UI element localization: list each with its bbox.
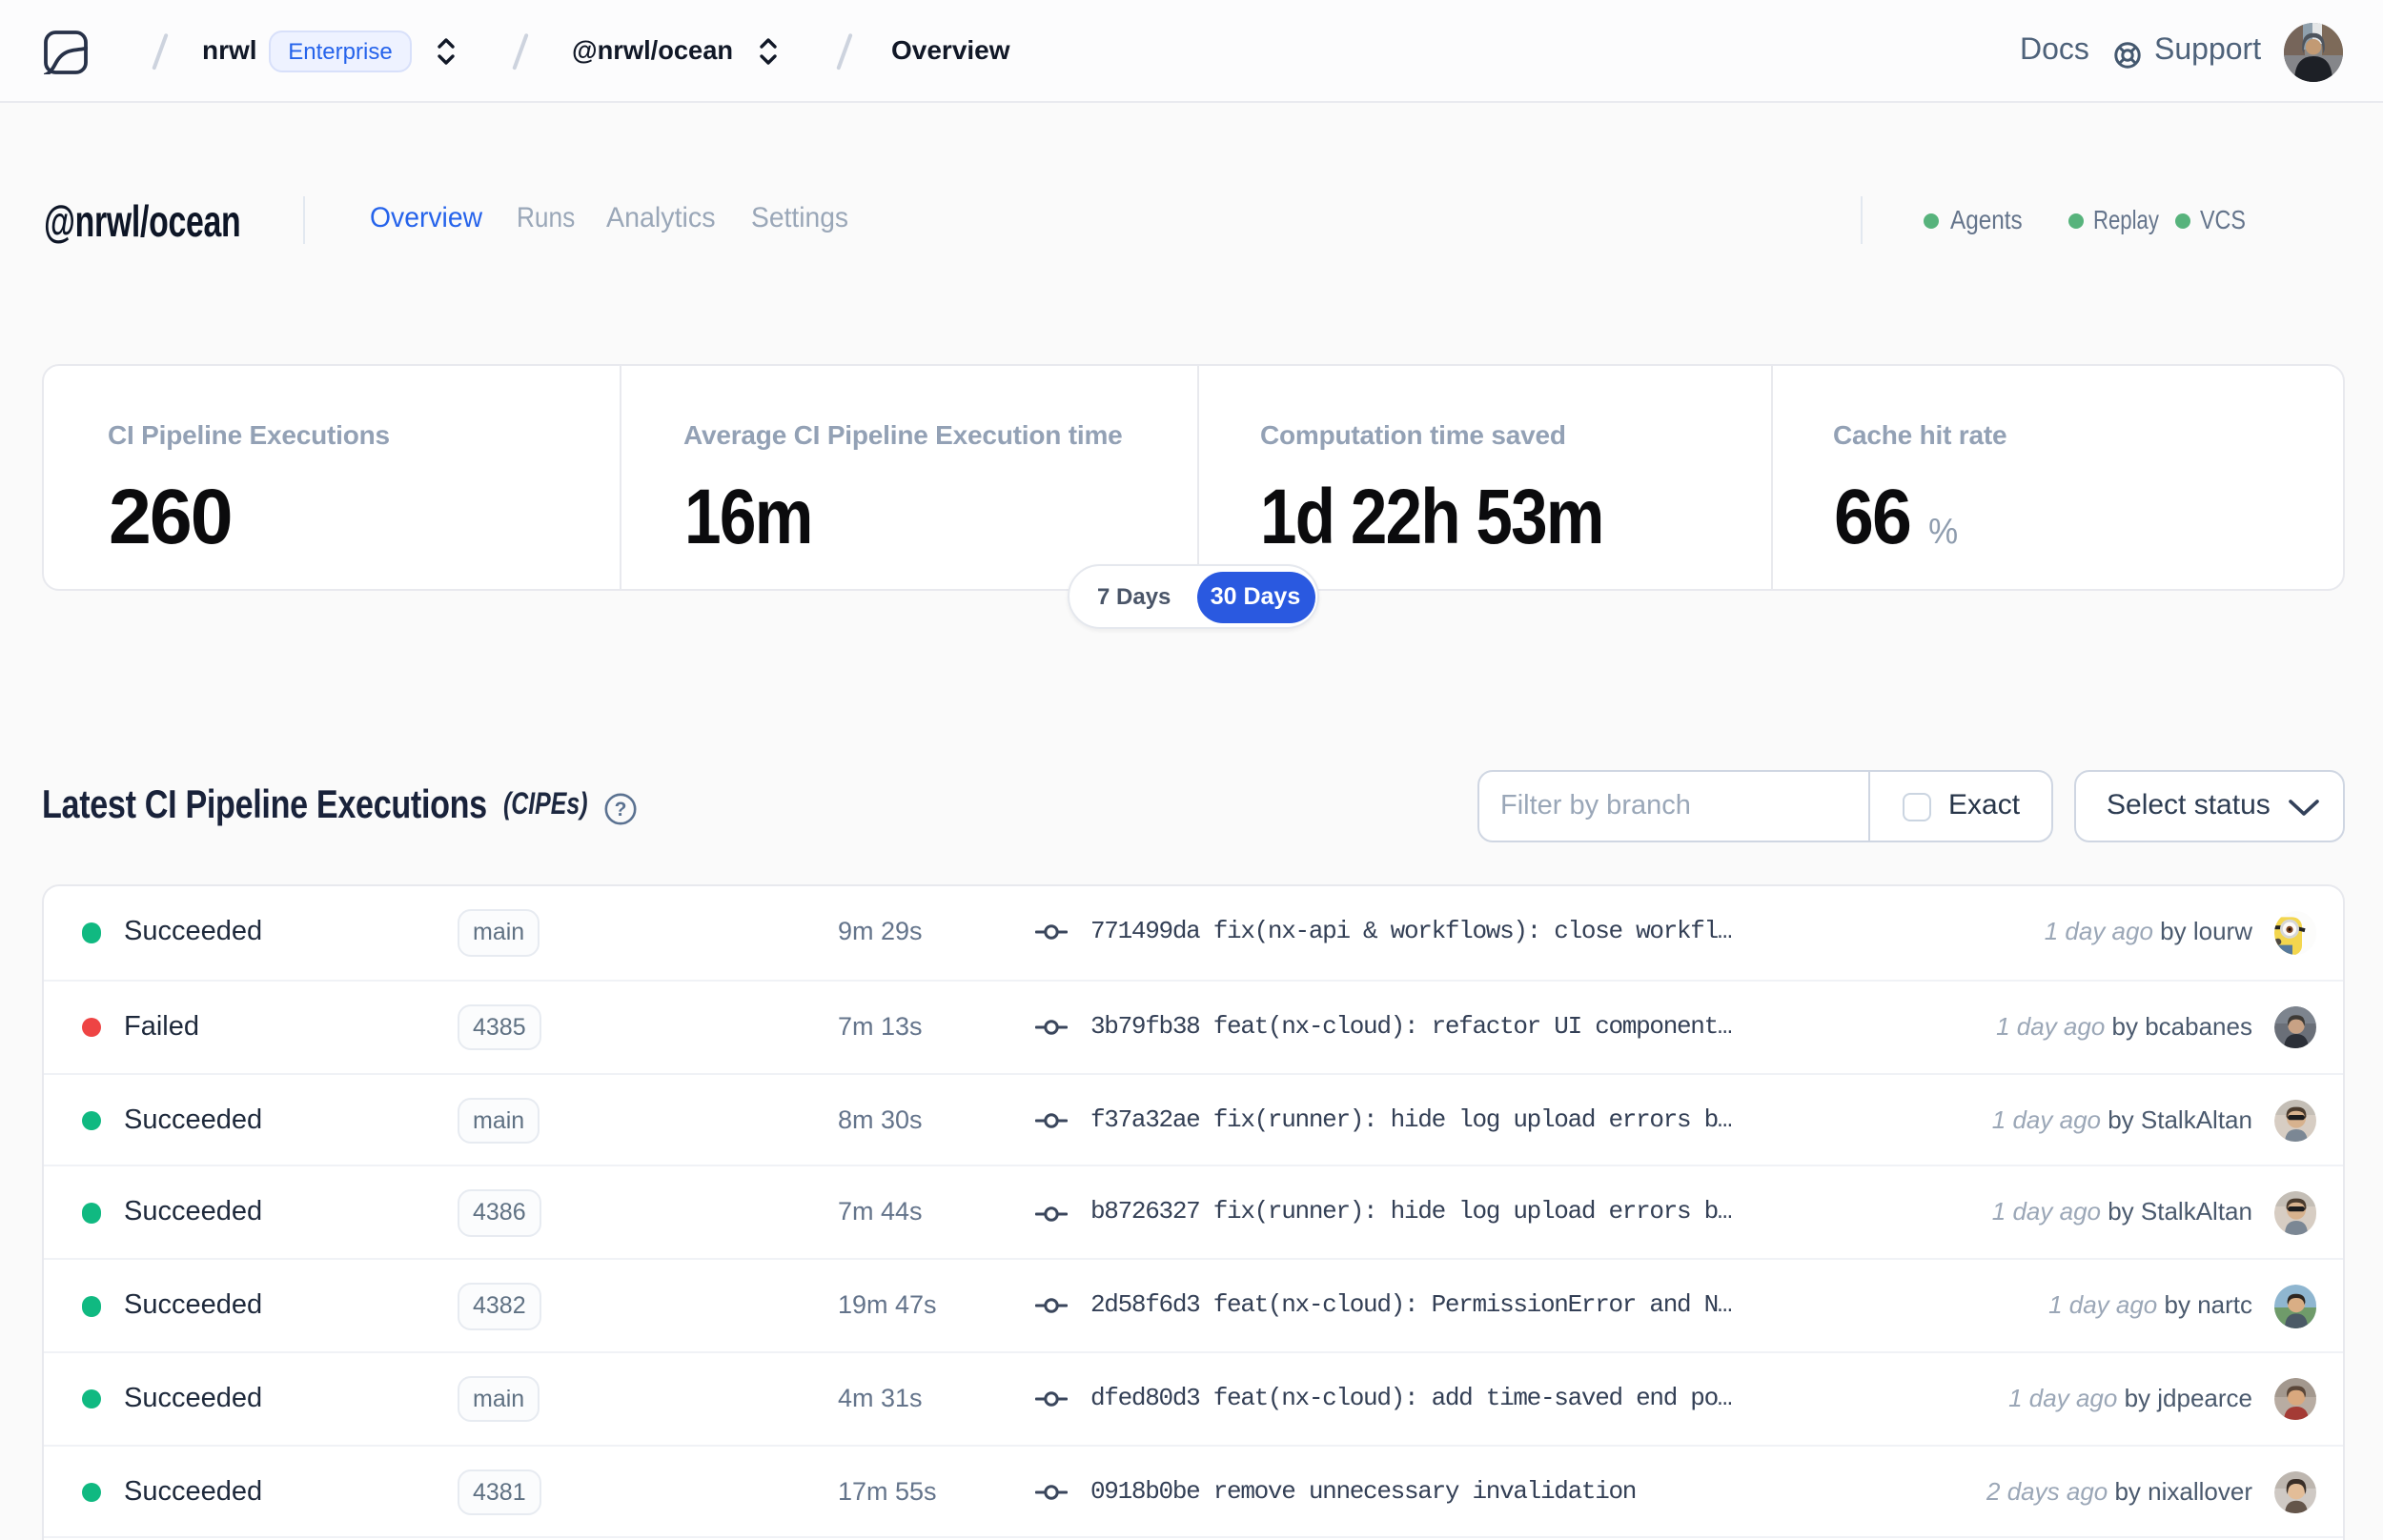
svg-text:?: ? [615,798,627,820]
